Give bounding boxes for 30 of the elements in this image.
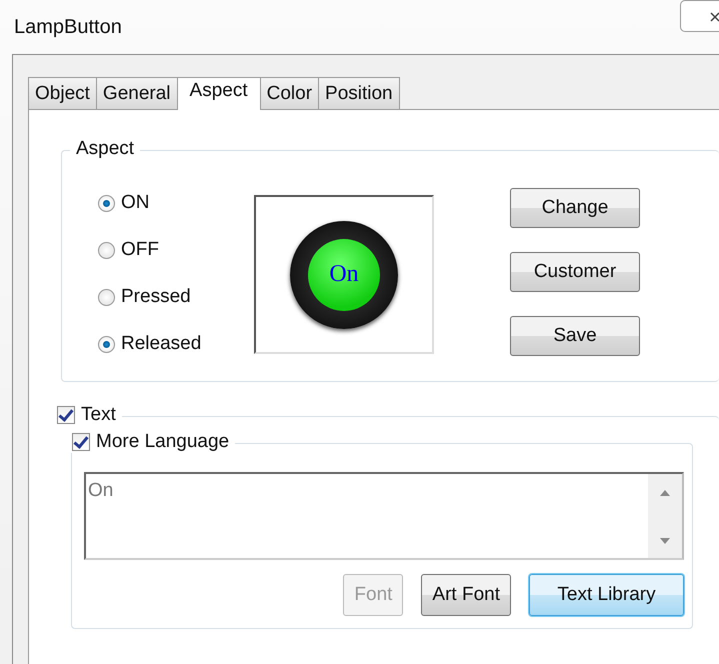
- radio-label: ON: [121, 192, 150, 214]
- tab[interactable]: Aspect: [176, 77, 261, 110]
- radio-label: Released: [121, 333, 202, 355]
- scroll-up-icon[interactable]: [660, 490, 670, 496]
- tab[interactable]: Color: [260, 77, 320, 109]
- checkbox-label: Text: [81, 404, 116, 426]
- action-button[interactable]: Text Library: [529, 574, 684, 616]
- checkbox-label: More Language: [96, 431, 230, 453]
- text-area[interactable]: On: [84, 472, 684, 560]
- lamp-label: On: [329, 261, 359, 288]
- checkbox[interactable]: [72, 433, 90, 451]
- scrollbar[interactable]: [648, 474, 682, 558]
- window-title: LampButton: [14, 16, 122, 38]
- tab[interactable]: General: [96, 77, 178, 109]
- radio-button[interactable]: [98, 336, 115, 352]
- action-button[interactable]: Save: [510, 316, 640, 356]
- checkbox[interactable]: [57, 406, 75, 424]
- scroll-down-icon[interactable]: [660, 538, 670, 544]
- action-button[interactable]: Art Font: [421, 574, 511, 616]
- radio-button[interactable]: [98, 288, 115, 306]
- action-button[interactable]: Customer: [510, 252, 640, 292]
- radio-label: Pressed: [121, 286, 191, 308]
- close-button[interactable]: [680, 0, 719, 32]
- group-title: Aspect: [70, 138, 140, 160]
- tab[interactable]: Object: [28, 77, 97, 109]
- action-button[interactable]: Change: [510, 188, 640, 228]
- radio-button[interactable]: [98, 242, 115, 258]
- tab[interactable]: Position: [318, 77, 400, 109]
- radio-button[interactable]: [98, 194, 115, 212]
- radio-label: OFF: [121, 239, 159, 261]
